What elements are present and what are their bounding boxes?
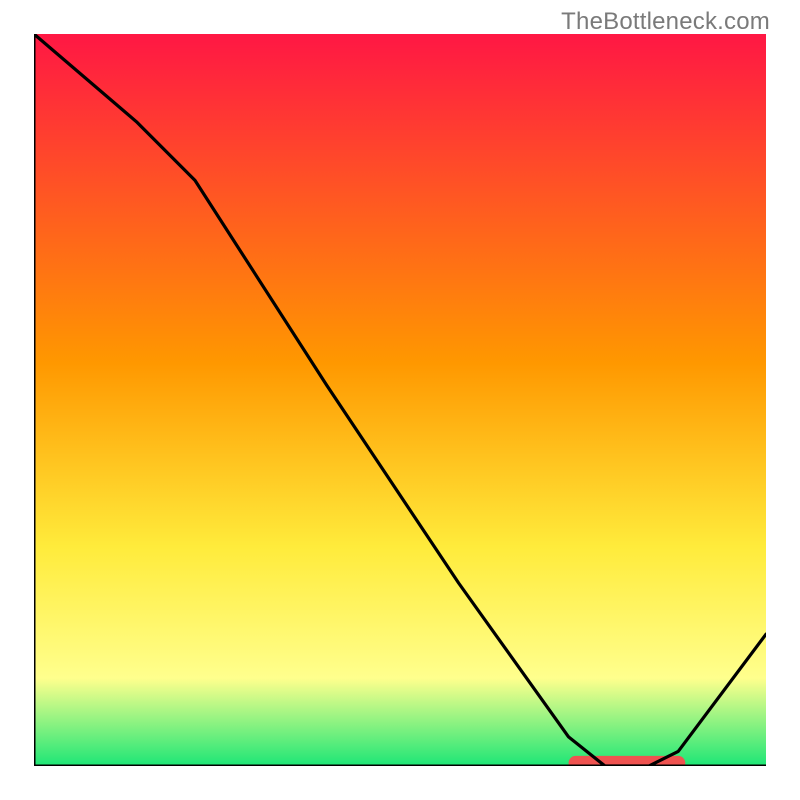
chart-svg	[34, 34, 766, 766]
gradient-background	[34, 34, 766, 766]
watermark-text: TheBottleneck.com	[561, 8, 770, 36]
plot-area	[34, 34, 766, 766]
chart-frame: TheBottleneck.com	[0, 0, 800, 800]
